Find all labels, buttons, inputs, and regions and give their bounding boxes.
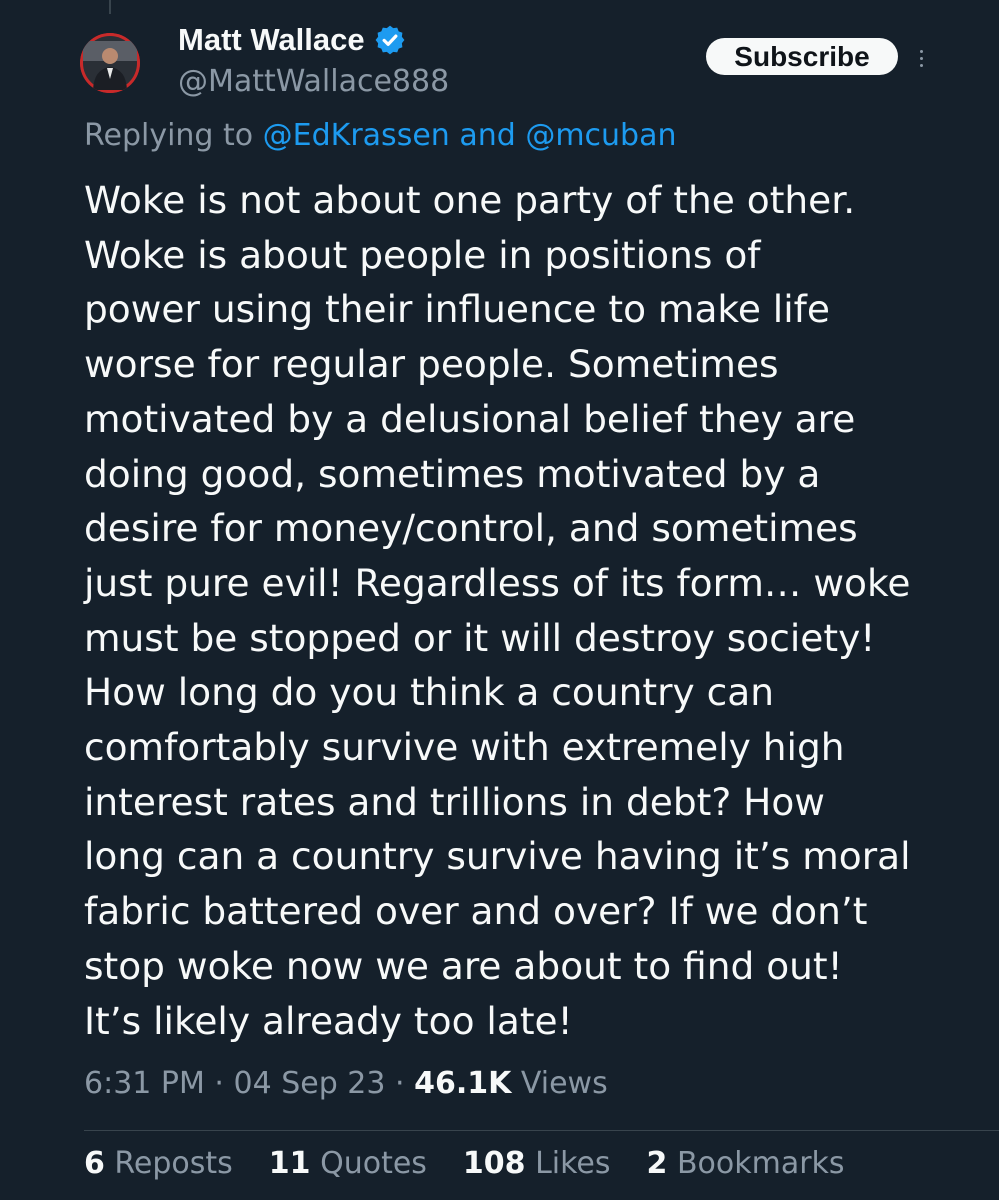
quotes-count: 11 bbox=[268, 1146, 311, 1181]
views-label: Views bbox=[511, 1066, 608, 1101]
bookmarks-label: Bookmarks bbox=[667, 1146, 845, 1181]
tweet-date[interactable]: 04 Sep 23 bbox=[234, 1066, 386, 1101]
avatar-photo-icon bbox=[80, 33, 140, 93]
likes-label: Likes bbox=[525, 1146, 611, 1181]
tweet-detail: Matt Wallace @MattWallace888 Subscribe R… bbox=[0, 0, 999, 1200]
reposts-count: 6 bbox=[84, 1146, 105, 1181]
mention-link-edkrassen[interactable]: @EdKrassen bbox=[263, 118, 450, 153]
mention-connector: and bbox=[449, 118, 526, 153]
meta-separator: · bbox=[385, 1066, 415, 1101]
tweet-time[interactable]: 6:31 PM bbox=[84, 1066, 205, 1101]
more-dot bbox=[919, 56, 923, 60]
bookmarks-count: 2 bbox=[646, 1146, 668, 1181]
reposts-stat[interactable]: 6 Reposts bbox=[84, 1146, 233, 1181]
subscribe-button[interactable]: Subscribe bbox=[706, 38, 898, 75]
divider bbox=[84, 1130, 999, 1131]
likes-count: 108 bbox=[462, 1146, 526, 1181]
likes-stat[interactable]: 108 Likes bbox=[463, 1146, 611, 1181]
bookmarks-stat[interactable]: 2 Bookmarks bbox=[647, 1146, 845, 1181]
more-dot bbox=[919, 63, 923, 67]
replying-to-prefix: Replying to bbox=[84, 118, 263, 153]
mention-link-mcuban[interactable]: @mcuban bbox=[525, 118, 676, 153]
more-dot bbox=[919, 49, 923, 53]
meta-separator: · bbox=[204, 1066, 234, 1101]
quotes-stat[interactable]: 11 Quotes bbox=[269, 1146, 427, 1181]
user-avatar[interactable] bbox=[80, 33, 140, 93]
more-options-icon[interactable] bbox=[909, 41, 933, 75]
thread-connector-line bbox=[109, 0, 111, 14]
engagement-stats: 6 Reposts 11 Quotes 108 Likes 2 Bookmark… bbox=[84, 1146, 881, 1181]
replying-to-line: Replying to @EdKrassen and @mcuban bbox=[84, 118, 676, 153]
author-display-name[interactable]: Matt Wallace bbox=[178, 22, 365, 58]
verified-badge-icon[interactable] bbox=[374, 24, 406, 56]
tweet-text: Woke is not about one party of the other… bbox=[84, 178, 911, 1043]
author-handle[interactable]: @MattWallace888 bbox=[178, 64, 449, 99]
quotes-label: Quotes bbox=[310, 1146, 427, 1181]
reposts-label: Reposts bbox=[104, 1146, 233, 1181]
author-name-row: Matt Wallace bbox=[178, 20, 449, 60]
views-count: 46.1K bbox=[414, 1066, 512, 1101]
tweet-meta: 6:31 PM · 04 Sep 23 · 46.1K Views bbox=[84, 1066, 608, 1101]
author-block: Matt Wallace @MattWallace888 bbox=[178, 20, 449, 99]
